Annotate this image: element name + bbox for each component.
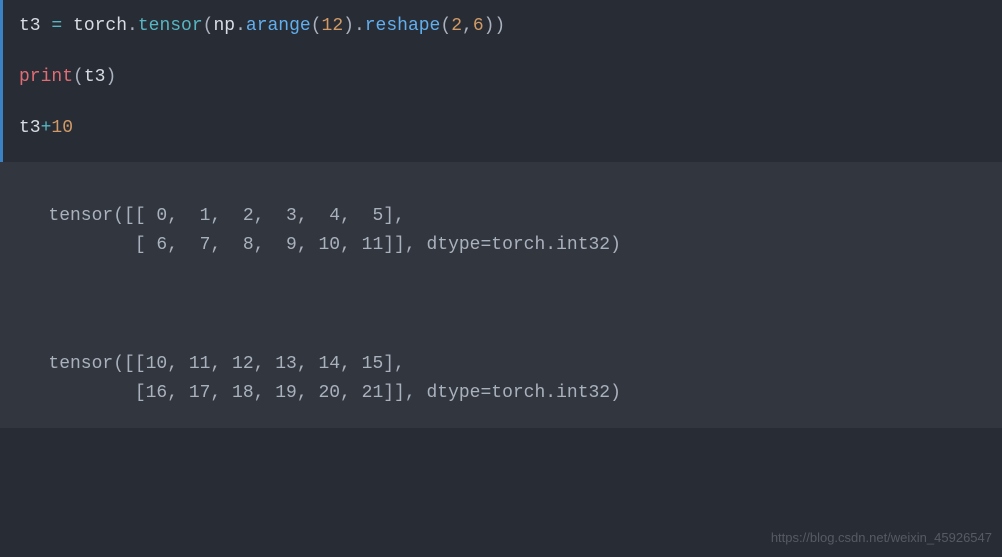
code-token: ) [105, 67, 116, 87]
code-token: t3 [84, 67, 106, 87]
code-token: 12 [322, 16, 344, 36]
code-output-cell: tensor([[ 0, 1, 2, 3, 4, 5], [ 6, 7, 8, … [0, 162, 1002, 427]
code-input-cell[interactable]: t3 = torch.tensor(np.arange(12).reshape(… [0, 0, 1002, 162]
code-line-3: t3+10 [19, 114, 986, 143]
code-token: ( [440, 16, 451, 36]
code-token: 10 [51, 118, 73, 138]
code-token: reshape [365, 16, 441, 36]
code-line-1: t3 = torch.tensor(np.arange(12).reshape(… [19, 12, 986, 41]
code-token: 2 [451, 16, 462, 36]
code-line-2: print(t3) [19, 63, 986, 92]
code-token: = [41, 16, 73, 36]
code-token: ( [203, 16, 214, 36]
code-token: ( [311, 16, 322, 36]
code-token: t3 [19, 118, 41, 138]
code-token: + [41, 118, 52, 138]
code-token: print [19, 67, 73, 87]
code-token: arange [246, 16, 311, 36]
code-token: np [213, 16, 235, 36]
code-token: )) [484, 16, 506, 36]
code-token: . [127, 16, 138, 36]
code-token: tensor [138, 16, 203, 36]
output-tensor-2: tensor([[10, 11, 12, 13, 14, 15], [16, 1… [16, 350, 986, 408]
code-token: , [462, 16, 473, 36]
code-token: 6 [473, 16, 484, 36]
code-token: t3 [19, 16, 41, 36]
output-tensor-1: tensor([[ 0, 1, 2, 3, 4, 5], [ 6, 7, 8, … [16, 202, 986, 260]
code-token: ( [73, 67, 84, 87]
watermark-text: https://blog.csdn.net/weixin_45926547 [771, 528, 992, 549]
code-token: torch [73, 16, 127, 36]
code-token: ) [343, 16, 354, 36]
code-token: . [354, 16, 365, 36]
code-token: . [235, 16, 246, 36]
